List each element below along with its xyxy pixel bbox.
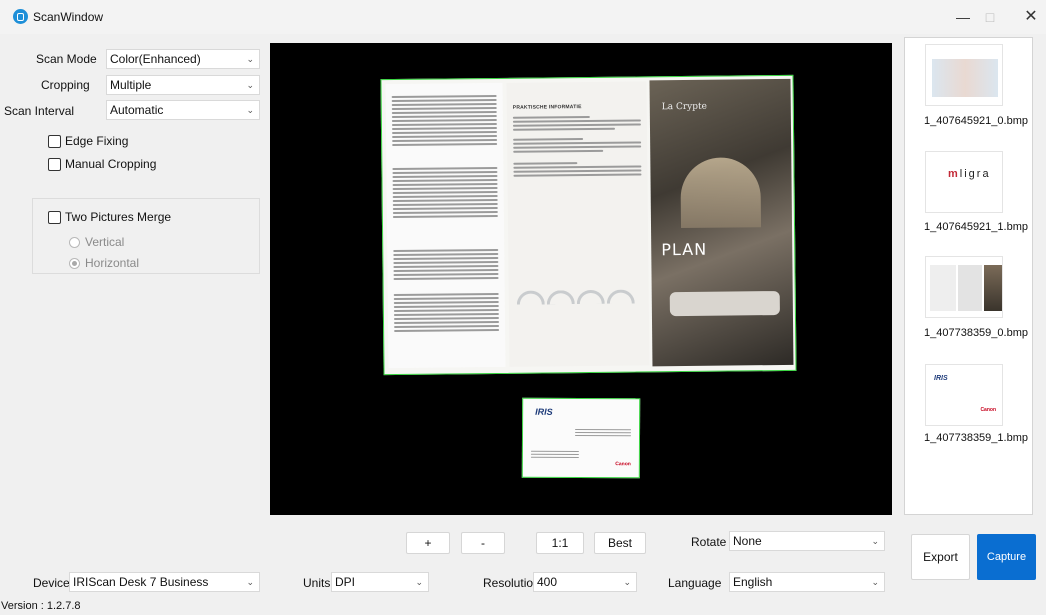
- units-value: DPI: [335, 575, 356, 589]
- thumbnail-item[interactable]: [925, 256, 1003, 318]
- version-label: Version : 1.2.7.8: [1, 600, 81, 612]
- brochure-brand: La Crypte: [661, 101, 708, 113]
- rotate-value: None: [733, 534, 762, 548]
- iris-logo: IRIS: [535, 406, 553, 417]
- scan-interval-label: Scan Interval: [4, 104, 75, 118]
- thumbnail-filename: 1_407738359_1.bmp: [924, 432, 1028, 444]
- device-label: Device: [33, 576, 70, 590]
- merge-vertical-label: Vertical: [85, 235, 125, 249]
- scanned-business-card[interactable]: IRIS Canon: [521, 397, 641, 479]
- resolution-label: Resolution: [483, 576, 540, 590]
- merge-vertical-radio[interactable]: Vertical: [69, 235, 124, 249]
- zoom-in-button[interactable]: +: [406, 532, 450, 554]
- two-pictures-merge-label: Two Pictures Merge: [65, 210, 172, 224]
- crypt-arches-graphic: [669, 291, 780, 317]
- iris-card-thumbnail-icon: IRIS: [934, 375, 948, 382]
- capture-button[interactable]: Capture: [977, 534, 1036, 580]
- cropping-select[interactable]: Multiple ⌄: [106, 75, 260, 95]
- brochure-cover: La Crypte PLAN: [649, 78, 794, 367]
- merge-horizontal-radio[interactable]: Horizontal: [69, 256, 139, 270]
- actual-size-button[interactable]: 1:1: [536, 532, 584, 554]
- canon-logo: Canon: [615, 461, 631, 468]
- thumbnail-filename: 1_407645921_1.bmp: [924, 221, 1028, 233]
- manual-cropping-label: Manual Cropping: [65, 157, 157, 171]
- units-select[interactable]: DPI ⌄: [331, 572, 429, 592]
- thumbnail-item[interactable]: IRIS Canon: [925, 364, 1003, 426]
- cropping-label: Cropping: [41, 78, 90, 92]
- chevron-down-icon: ⌄: [246, 105, 254, 115]
- best-fit-button[interactable]: Best: [594, 532, 646, 554]
- thumbnail-filename: 1_407738359_0.bmp: [924, 327, 1028, 339]
- edge-fixing-checkbox[interactable]: Edge Fixing: [48, 134, 128, 148]
- edge-fixing-label: Edge Fixing: [65, 134, 129, 148]
- chevron-down-icon: ⌄: [623, 577, 631, 587]
- radio-circle[interactable]: [69, 257, 80, 269]
- scan-preview[interactable]: PRAKTISCHE INFORMATIE La Crypte PLAN IRI…: [270, 43, 892, 515]
- brochure-text-column: [385, 82, 506, 369]
- title-bar: ScanWindow — □ ✕: [0, 0, 1046, 34]
- merge-horizontal-label: Horizontal: [85, 256, 140, 270]
- chevron-down-icon: ⌄: [246, 80, 254, 90]
- radio-circle[interactable]: [69, 236, 80, 248]
- language-label: Language: [668, 576, 722, 590]
- scan-mode-value: Color(Enhanced): [110, 52, 201, 66]
- scan-mode-label: Scan Mode: [36, 52, 97, 66]
- crypt-photo: [680, 157, 762, 229]
- chevron-down-icon: ⌄: [246, 54, 254, 64]
- resolution-select[interactable]: 400 ⌄: [533, 572, 637, 592]
- manual-cropping-checkbox[interactable]: Manual Cropping: [48, 157, 156, 171]
- resolution-value: 400: [537, 575, 558, 589]
- chevron-down-icon: ⌄: [871, 536, 879, 546]
- thumbnail-item[interactable]: mligra: [925, 151, 1003, 213]
- brochure-heading: PRAKTISCHE INFORMATIE: [512, 104, 582, 111]
- export-button[interactable]: Export: [911, 534, 970, 580]
- scan-interval-value: Automatic: [110, 103, 164, 117]
- thumbnail-list[interactable]: 1_407645921_0.bmp mligra 1_407645921_1.b…: [904, 37, 1033, 515]
- checkbox-box[interactable]: [48, 210, 61, 224]
- chevron-down-icon: ⌄: [415, 577, 423, 587]
- zoom-out-button[interactable]: -: [461, 532, 505, 554]
- maximize-button[interactable]: □: [967, 4, 1013, 30]
- language-select[interactable]: English ⌄: [729, 572, 885, 592]
- chevron-down-icon: ⌄: [871, 577, 879, 587]
- scan-mode-select[interactable]: Color(Enhanced) ⌄: [106, 49, 260, 69]
- brochure-info-column: PRAKTISCHE INFORMATIE: [506, 81, 650, 367]
- rotate-select[interactable]: None ⌄: [729, 531, 885, 551]
- window-title: ScanWindow: [33, 10, 104, 24]
- units-label: Units: [303, 576, 331, 590]
- thumbnail-item[interactable]: [925, 44, 1003, 106]
- app-logo-icon: [13, 9, 28, 24]
- scan-window: ScanWindow — □ ✕ Scan Mode Color(Enhance…: [0, 0, 1046, 615]
- ligra-card-thumbnail-icon: mligra: [948, 168, 991, 180]
- cropping-value: Multiple: [110, 78, 152, 92]
- close-button[interactable]: ✕: [1008, 4, 1046, 30]
- device-select[interactable]: IRIScan Desk 7 Business ⌄: [69, 572, 260, 592]
- scanned-brochure[interactable]: PRAKTISCHE INFORMATIE La Crypte PLAN: [380, 74, 797, 376]
- two-pictures-merge-checkbox[interactable]: Two Pictures Merge: [48, 210, 171, 224]
- checkbox-box[interactable]: [48, 157, 61, 171]
- language-value: English: [733, 575, 773, 589]
- device-value: IRIScan Desk 7 Business: [73, 575, 209, 589]
- checkbox-box[interactable]: [48, 134, 61, 148]
- thumbnail-filename: 1_407645921_0.bmp: [924, 115, 1028, 127]
- chevron-down-icon: ⌄: [246, 577, 254, 587]
- rotate-label: Rotate: [691, 535, 727, 549]
- scan-interval-select[interactable]: Automatic ⌄: [106, 100, 260, 120]
- brochure-arches: [516, 289, 641, 308]
- brochure-thumbnail-icon: [930, 265, 956, 311]
- floorplan-thumbnail-icon: [932, 59, 998, 97]
- brochure-plan-title: PLAN: [661, 239, 708, 260]
